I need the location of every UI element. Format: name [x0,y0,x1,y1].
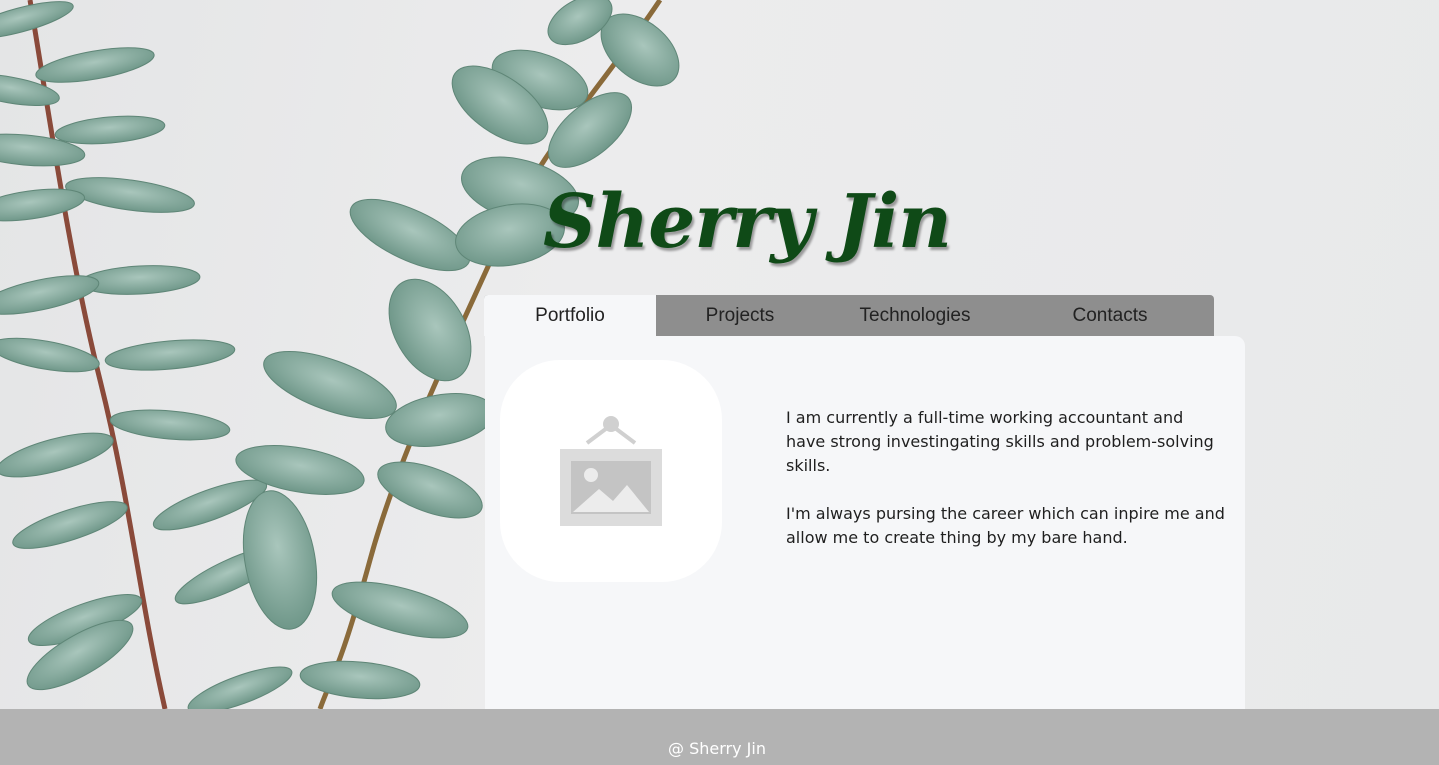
bio-paragraph: I'm always pursing the career which can … [786,504,1225,547]
portfolio-panel: I am currently a full-time working accou… [485,336,1245,709]
site-title: Sherry Jin [543,179,952,265]
footer: @ Sherry Jin [0,709,1439,765]
image-placeholder-icon [560,416,662,526]
footer-copyright: @ Sherry Jin [668,739,766,758]
bio-paragraph: I am currently a full-time working accou… [786,408,1214,475]
profile-photo [500,360,722,582]
tab-technologies[interactable]: Technologies [824,295,1006,336]
tab-contacts[interactable]: Contacts [1006,295,1214,336]
bio-text: I am currently a full-time working accou… [786,406,1226,574]
tab-bar: Portfolio Projects Technologies Contacts [484,295,1214,336]
tab-projects[interactable]: Projects [656,295,824,336]
tab-portfolio[interactable]: Portfolio [484,295,656,336]
